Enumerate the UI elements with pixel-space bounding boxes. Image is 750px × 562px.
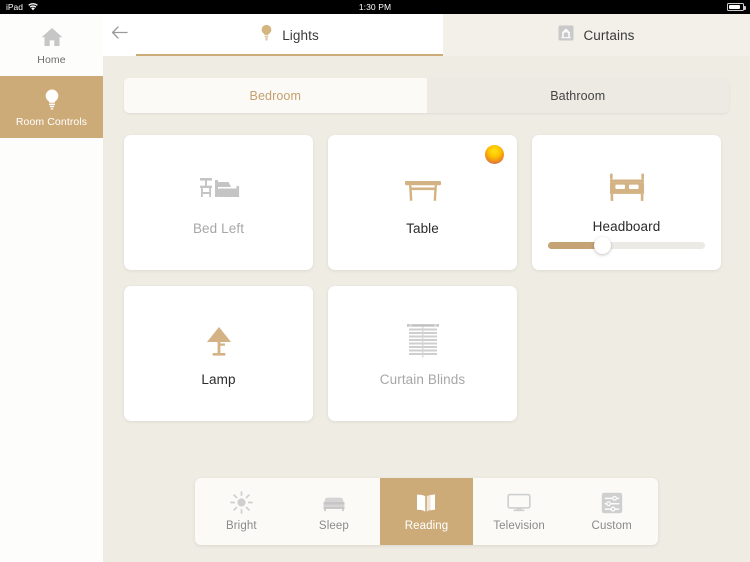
lightbulb-icon (260, 24, 273, 47)
scene-bright[interactable]: Bright (195, 478, 288, 545)
segment-label: Bathroom (550, 88, 606, 103)
tab-lights[interactable]: Lights (136, 14, 443, 56)
device-card-table[interactable]: Table (328, 135, 517, 270)
scene-custom[interactable]: Custom (565, 478, 658, 545)
scene-bar: Bright Sleep Reading Television Custom (195, 478, 658, 545)
room-segmented-control: Bedroom Bathroom (124, 78, 729, 113)
top-navigation-bar: Lights Curtains (103, 14, 750, 56)
slider-thumb[interactable] (594, 237, 612, 254)
segment-bathroom[interactable]: Bathroom (426, 78, 729, 113)
device-row: Lamp Curtain Blinds (124, 286, 731, 421)
bed-side-table-icon (196, 169, 242, 213)
sidebar: Home Room Controls (0, 14, 103, 562)
scene-label: Reading (404, 519, 449, 532)
back-arrow-icon (111, 25, 128, 45)
main-content: Bedroom Bathroom Bed Left Table Headboar… (103, 56, 750, 562)
sidebar-item-label: Home (37, 53, 66, 66)
device-label: Bed Left (192, 221, 245, 236)
device-grid: Bed Left Table Headboard Lamp Curtain Bl… (124, 135, 731, 437)
status-bar-right (727, 3, 746, 11)
sidebar-item-home[interactable]: Home (0, 14, 103, 76)
status-bar-time: 1:30 PM (358, 2, 392, 12)
curtains-icon (558, 25, 574, 46)
tab-label: Lights (282, 27, 319, 43)
lamp-icon (196, 320, 242, 364)
segment-bedroom[interactable]: Bedroom (124, 78, 427, 113)
brightness-slider[interactable] (548, 237, 705, 254)
tab-label: Curtains (583, 27, 635, 43)
scene-label: Sleep (318, 519, 349, 532)
scene-sleep[interactable]: Sleep (288, 478, 381, 545)
ipad-screen: iPad 1:30 PM Home Room Controls Lights C… (0, 0, 750, 562)
sidebar-item-label: Room Controls (15, 115, 88, 128)
sliders-icon (600, 492, 624, 514)
device-label: Table (406, 221, 439, 236)
sidebar-item-room-controls[interactable]: Room Controls (0, 76, 103, 138)
scene-label: Custom (591, 519, 632, 532)
scene-label: Bright (225, 519, 257, 532)
sun-icon (229, 491, 253, 514)
device-card-lamp[interactable]: Lamp (124, 286, 313, 421)
bed-icon (322, 492, 346, 514)
lightbulb-icon (39, 87, 65, 111)
home-icon (39, 25, 65, 49)
monitor-icon (507, 492, 531, 514)
table-icon (400, 169, 446, 213)
battery-icon (727, 3, 746, 11)
device-card-curtain-blinds[interactable]: Curtain Blinds (328, 286, 517, 421)
device-label: Lamp (201, 372, 236, 387)
device-card-bed-left[interactable]: Bed Left (124, 135, 313, 270)
device-card-headboard[interactable]: Headboard (532, 135, 721, 270)
device-label: Headboard (592, 219, 661, 234)
tab-curtains[interactable]: Curtains (443, 14, 750, 56)
scene-label: Television (493, 519, 545, 532)
open-book-icon (414, 492, 438, 514)
segment-label: Bedroom (249, 88, 301, 103)
blinds-icon (400, 320, 446, 364)
status-bar: iPad 1:30 PM (0, 0, 750, 14)
color-indicator-orb[interactable] (485, 145, 504, 164)
device-label: Curtain Blinds (379, 372, 466, 387)
bed-icon (604, 167, 650, 211)
back-button[interactable] (103, 14, 136, 56)
device-row: Bed Left Table Headboard (124, 135, 731, 270)
scene-reading[interactable]: Reading (380, 478, 473, 545)
scene-television[interactable]: Television (473, 478, 566, 545)
